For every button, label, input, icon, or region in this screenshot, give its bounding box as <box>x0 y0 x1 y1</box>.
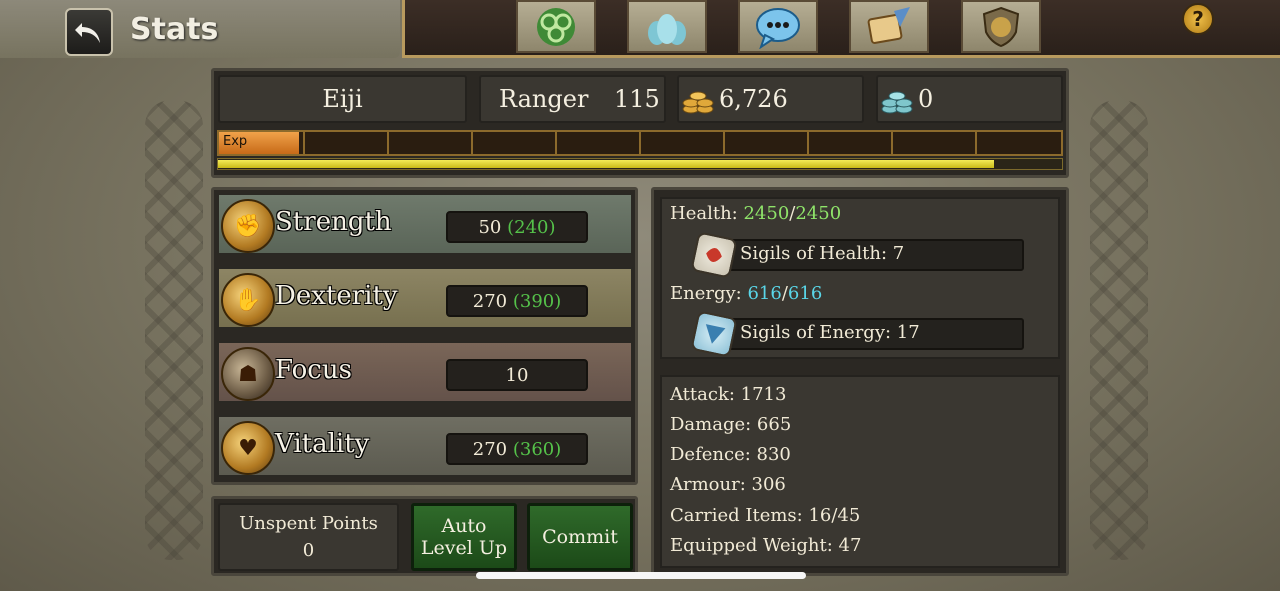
stat-total-value: (390) <box>512 290 562 312</box>
guild-crest-icon <box>982 6 1020 47</box>
level-progress-bar <box>217 158 1063 170</box>
stat-name: Vitality <box>275 429 370 459</box>
health-max: 2450 <box>795 203 842 224</box>
stat-value-box: 270 (390) <box>446 285 588 317</box>
attack-stat: Attack: 1713 <box>670 384 787 405</box>
nav-button-triskele[interactable] <box>516 0 596 53</box>
celtic-knot-right <box>1090 100 1148 560</box>
stat-row-dexterity: ✋ Dexterity 270 (390) <box>217 267 633 329</box>
nav-button-guild[interactable] <box>961 0 1041 53</box>
energy-label: Energy: <box>670 283 742 304</box>
vitality-heart-icon: ♥ <box>221 421 275 475</box>
gold-cell: 6,726 <box>677 75 864 123</box>
back-arrow-icon <box>75 23 100 43</box>
quest-scroll-icon <box>867 6 910 44</box>
page-title: Stats <box>130 12 219 47</box>
stat-name: Strength <box>275 207 392 237</box>
unspent-points-box: Unspent Points 0 <box>218 503 399 571</box>
health-label: Health: <box>670 203 738 224</box>
stat-name: Dexterity <box>275 281 398 311</box>
sigils-of-health: Sigils of Health: 7 <box>740 243 905 264</box>
health-line: Health: 2450/2450 <box>670 203 841 224</box>
class-level-cell: Ranger 115 <box>479 75 666 123</box>
armour-stat: Armour: 306 <box>670 474 786 495</box>
stat-value-box: 270 (360) <box>446 433 588 465</box>
stat-row-strength: ✊ Strength 50 (240) <box>217 193 633 255</box>
party-icon <box>648 13 686 45</box>
stat-base-value: 270 <box>472 438 508 460</box>
chat-icon <box>756 7 800 49</box>
stat-value-box: 50 (240) <box>446 211 588 243</box>
stat-total-value: (240) <box>507 216 556 238</box>
defence-stat: Defence: 830 <box>670 444 791 465</box>
nav-button-party[interactable] <box>627 0 707 53</box>
auto-level-up-line1: Auto <box>441 515 487 537</box>
stat-total-value: (360) <box>512 438 562 460</box>
energy-current: 616 <box>747 283 782 304</box>
platinum-amount: 0 <box>918 85 934 113</box>
character-name: Eiji <box>322 85 363 113</box>
health-current: 2450 <box>743 203 790 224</box>
gold-amount: 6,726 <box>719 85 788 113</box>
gold-coins-icon <box>682 91 714 114</box>
exp-bar-divider <box>471 132 473 154</box>
energy-max: 616 <box>787 283 823 304</box>
damage-stat: Damage: 665 <box>670 414 792 435</box>
exp-label: Exp <box>223 134 248 149</box>
exp-bar-divider <box>891 132 893 154</box>
nav-button-quests[interactable] <box>849 0 929 53</box>
commit-label: Commit <box>542 526 618 548</box>
sigils-of-energy: Sigils of Energy: 17 <box>740 322 920 343</box>
celtic-knot-left <box>145 100 203 560</box>
platinum-cell: 0 <box>876 75 1063 123</box>
focus-mask-icon: ☗ <box>221 347 275 401</box>
exp-bar-divider <box>387 132 389 154</box>
help-icon: ? <box>1192 7 1204 31</box>
stat-base-value: 50 <box>478 216 502 238</box>
exp-bar-divider <box>555 132 557 154</box>
nav-button-chat[interactable] <box>738 0 818 53</box>
dexterity-gauntlet-icon: ✋ <box>221 273 275 327</box>
home-indicator[interactable] <box>476 572 806 579</box>
exp-bar-divider <box>723 132 725 154</box>
stat-name: Focus <box>275 355 352 385</box>
character-class: Ranger <box>499 85 589 113</box>
carried-items-stat: Carried Items: 16/45 <box>670 505 861 526</box>
stat-row-focus: ☗ Focus 10 <box>217 341 633 403</box>
commit-button[interactable]: Commit <box>527 503 633 571</box>
sigil-of-health-icon <box>690 231 738 279</box>
stat-value-box: 10 <box>446 359 588 391</box>
energy-line: Energy: 616/616 <box>670 283 822 304</box>
sigil-of-energy-icon <box>690 310 738 358</box>
auto-level-up-line2: Level Up <box>420 537 508 559</box>
equipped-weight-stat: Equipped Weight: 47 <box>670 535 862 556</box>
level-progress-fill <box>218 160 995 168</box>
help-button[interactable]: ? <box>1182 3 1214 35</box>
character-level: 115 <box>614 85 660 113</box>
exp-bar-divider <box>807 132 809 154</box>
back-button[interactable] <box>65 8 113 56</box>
triskele-icon <box>537 7 575 46</box>
exp-bar-divider <box>975 132 977 154</box>
platinum-coins-icon <box>881 91 913 114</box>
stat-base-value: 10 <box>505 364 529 386</box>
character-name-cell: Eiji <box>218 75 467 123</box>
unspent-points-value: 0 <box>302 540 315 561</box>
strength-fist-icon: ✊ <box>221 199 275 253</box>
stat-base-value: 270 <box>472 290 508 312</box>
exp-bar: Exp <box>217 130 1063 156</box>
unspent-points-label: Unspent Points <box>239 513 378 534</box>
exp-bar-divider <box>639 132 641 154</box>
exp-bar-divider <box>303 132 305 154</box>
auto-level-up-button[interactable]: Auto Level Up <box>411 503 517 571</box>
stat-row-vitality: ♥ Vitality 270 (360) <box>217 415 633 477</box>
